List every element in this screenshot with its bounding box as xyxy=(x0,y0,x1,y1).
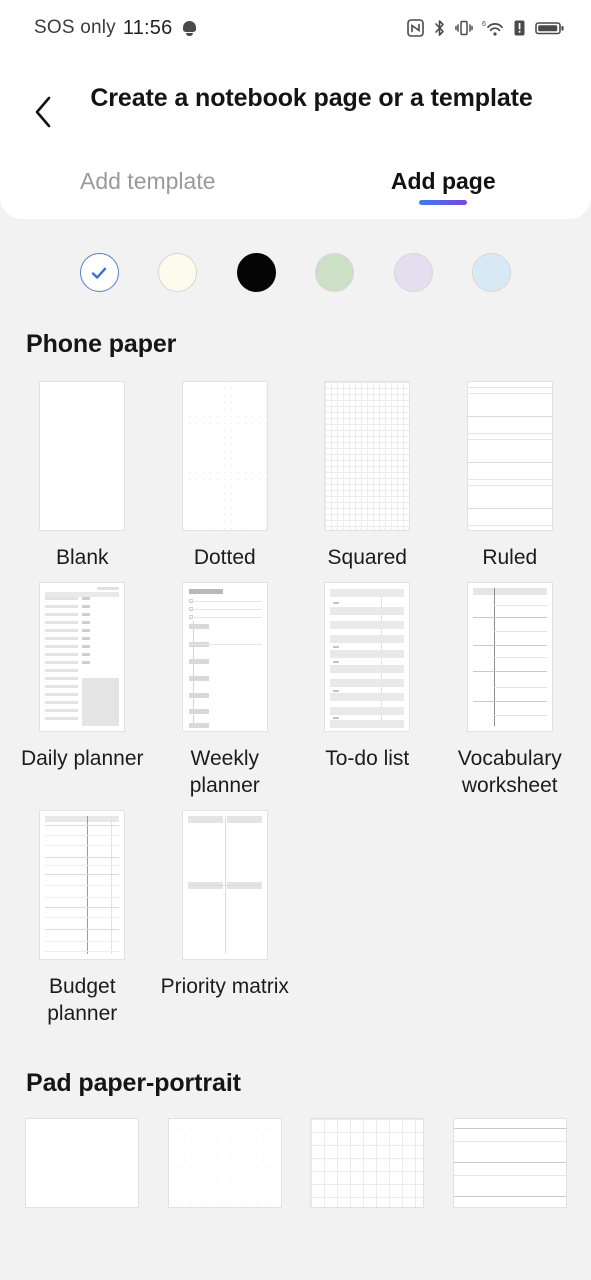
pad-template-card-dotted[interactable] xyxy=(154,1118,297,1209)
app-screen: SOS only 11:56 6 Create a notebook page … xyxy=(0,0,591,1280)
header-top-row: Create a notebook page or a template xyxy=(0,74,591,146)
pad-template-card-ruled[interactable] xyxy=(439,1118,582,1209)
template-thumbnail-todo-list[interactable] xyxy=(324,581,411,732)
template-card-vocabulary-worksheet[interactable]: Vocabulary worksheet xyxy=(439,581,582,800)
template-thumbnail-budget-planner[interactable] xyxy=(39,809,126,960)
template-thumbnail-weekly-planner[interactable] xyxy=(181,581,268,732)
section-title-phone-paper: Phone paper xyxy=(26,330,177,358)
template-label-todo-list: To-do list xyxy=(325,746,410,770)
color-swatch-blue[interactable] xyxy=(472,253,512,292)
template-card-todo-list[interactable]: To-do list xyxy=(296,581,439,800)
color-swatch-green[interactable] xyxy=(315,253,355,292)
template-label-budget-planner: Budget planner xyxy=(47,974,118,1025)
template-card-ruled[interactable]: Ruled xyxy=(439,381,582,572)
clock-label: 11:56 xyxy=(122,16,173,39)
template-label-dotted: Dotted xyxy=(193,546,256,569)
status-bar-left: SOS only 11:56 xyxy=(34,17,197,40)
swatch-slot-black xyxy=(217,253,296,292)
section-title-pad-paper-portrait: Pad paper-portrait xyxy=(26,1069,241,1098)
status-bar: SOS only 11:56 6 xyxy=(0,0,591,56)
swatch-slot-cream xyxy=(139,253,218,292)
check-icon xyxy=(89,263,109,283)
phone-paper-grid: Blank Dotted Squared Ruled Daily planner… xyxy=(0,359,591,1037)
notification-bell-icon xyxy=(182,20,197,36)
header-card: Create a notebook page or a template Add… xyxy=(0,56,591,219)
tab-add-page[interactable]: Add page xyxy=(296,162,591,213)
pad-template-card-blank[interactable] xyxy=(11,1118,154,1209)
tab-add-template[interactable]: Add template xyxy=(0,162,296,213)
color-swatch-black[interactable] xyxy=(236,253,276,292)
pad-template-card-squared[interactable] xyxy=(296,1118,439,1209)
pad-template-thumbnail-dotted[interactable] xyxy=(167,1118,282,1209)
vibrate-icon xyxy=(455,19,473,37)
pad-paper-portrait-grid xyxy=(0,1098,591,1218)
swatch-slot-green xyxy=(296,253,375,292)
battery-icon xyxy=(535,19,565,37)
template-label-blank: Blank xyxy=(55,546,109,569)
bluetooth-icon xyxy=(433,19,446,37)
status-bar-right: 6 xyxy=(407,19,565,37)
template-label-weekly-planner: Weekly planner xyxy=(189,746,260,797)
template-label-vocabulary-worksheet: Vocabulary worksheet xyxy=(457,746,562,797)
template-card-squared[interactable]: Squared xyxy=(296,381,439,572)
template-card-weekly-planner[interactable]: Weekly planner xyxy=(154,581,297,800)
pad-template-thumbnail-ruled[interactable] xyxy=(452,1118,567,1209)
template-label-squared: Squared xyxy=(327,546,407,569)
tab-add-page-label: Add page xyxy=(390,168,496,194)
color-swatch-white[interactable] xyxy=(79,253,119,292)
template-card-daily-planner[interactable]: Daily planner xyxy=(11,581,154,800)
template-card-blank[interactable]: Blank xyxy=(11,381,154,572)
active-tab-indicator xyxy=(419,200,468,205)
template-card-priority-matrix[interactable]: Priority matrix xyxy=(154,809,297,1028)
tab-bar: Add template Add page xyxy=(0,162,591,219)
template-thumbnail-vocabulary-worksheet[interactable] xyxy=(466,581,553,732)
carrier-label: SOS only xyxy=(34,17,116,38)
template-thumbnail-priority-matrix[interactable] xyxy=(181,809,268,960)
swatch-slot-blue xyxy=(453,253,532,292)
nfc-icon xyxy=(407,19,424,37)
template-thumbnail-squared[interactable] xyxy=(324,381,411,531)
template-label-priority-matrix: Priority matrix xyxy=(160,974,289,998)
color-swatch-lavender[interactable] xyxy=(393,253,433,292)
back-button[interactable] xyxy=(18,88,70,140)
svg-text:6: 6 xyxy=(482,21,486,28)
template-thumbnail-dotted[interactable] xyxy=(181,381,268,531)
template-label-daily-planner: Daily planner xyxy=(20,746,144,770)
alert-icon xyxy=(513,19,526,37)
color-swatch-cream[interactable] xyxy=(158,253,198,292)
tab-add-template-label: Add template xyxy=(79,168,216,194)
template-thumbnail-blank[interactable] xyxy=(39,381,126,531)
swatch-slot-white xyxy=(60,253,139,292)
chevron-left-icon xyxy=(31,95,57,134)
wifi-6-icon: 6 xyxy=(482,19,504,37)
pad-template-thumbnail-blank[interactable] xyxy=(25,1118,140,1209)
template-card-budget-planner[interactable]: Budget planner xyxy=(11,809,154,1028)
template-card-dotted[interactable]: Dotted xyxy=(154,381,297,572)
paper-color-swatches xyxy=(0,219,591,292)
pad-template-thumbnail-squared[interactable] xyxy=(310,1118,425,1209)
template-thumbnail-daily-planner[interactable] xyxy=(39,581,126,732)
template-thumbnail-ruled[interactable] xyxy=(466,381,553,531)
swatch-slot-lavender xyxy=(374,253,453,292)
template-label-ruled: Ruled xyxy=(482,546,538,569)
content-area: Phone paper Blank Dotted Squared Ruled D… xyxy=(0,219,591,1218)
page-title: Create a notebook page or a template xyxy=(90,84,533,112)
